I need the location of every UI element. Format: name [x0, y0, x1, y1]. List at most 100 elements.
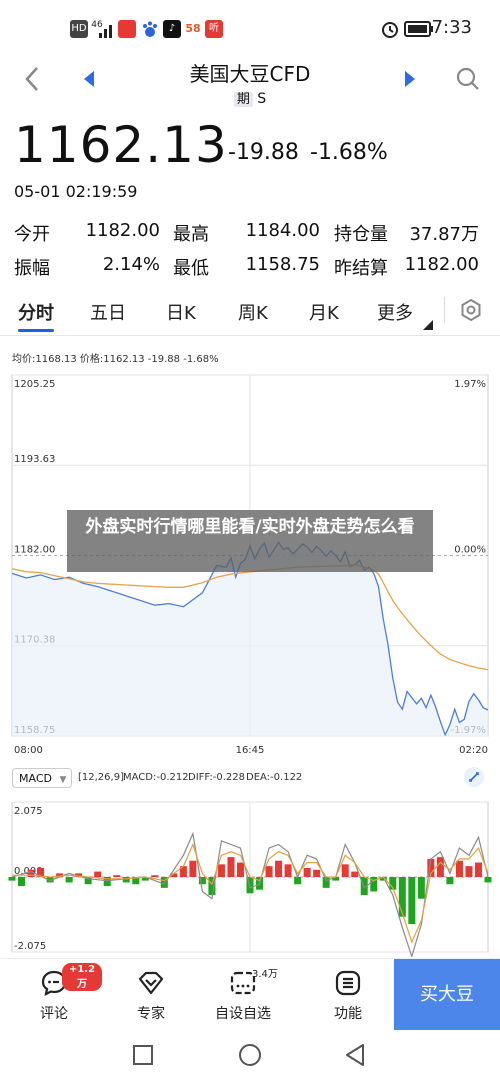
macd-bar	[303, 867, 311, 877]
comments-button[interactable]: +1.2万 评论	[6, 959, 102, 1031]
watchlist-count: 3.4万	[252, 969, 278, 980]
macd-bar	[313, 869, 321, 877]
comments-label: 评论	[40, 1006, 68, 1022]
status-time: 7:33	[431, 17, 472, 38]
58-icon: 58	[185, 22, 201, 35]
ting-icon: 听	[205, 20, 223, 38]
macd-selector[interactable]: MACD ▼	[12, 768, 72, 788]
macd-chart[interactable]: 2.0750.000-2.075	[0, 792, 500, 957]
macd-value: MACD:-0.212	[123, 772, 189, 783]
expand-icon[interactable]	[463, 766, 485, 788]
macd-bar	[189, 860, 197, 877]
menu-icon	[335, 970, 361, 996]
home-icon[interactable]	[238, 1043, 262, 1067]
macd-bar	[65, 877, 73, 883]
macd-bar	[446, 877, 454, 885]
comments-badge: +1.2万	[62, 963, 102, 991]
experts-button[interactable]: 专家	[103, 959, 199, 1031]
price-xtick-label: 02:20	[459, 745, 488, 756]
macd-bar	[398, 877, 406, 917]
macd-bar	[122, 877, 130, 883]
hd-icon: HD	[70, 20, 88, 38]
tab-more[interactable]: 更多	[377, 299, 413, 325]
stat-label-amplitude: 振幅	[14, 258, 50, 279]
price-change-pct: -1.68%	[310, 140, 388, 165]
page-subtitle: 期 S	[0, 88, 500, 107]
macd-bar	[284, 864, 292, 877]
experts-label: 专家	[137, 1006, 165, 1022]
tab-five-day[interactable]: 五日	[90, 299, 126, 325]
tab-weekly-k[interactable]: 周K	[238, 299, 268, 325]
status-bar: HD 46 ♪ 58 听 7:33	[0, 0, 500, 58]
bottom-bar: +1.2万 评论 专家 3.4万 自设自选 功能 买大豆	[0, 958, 500, 1031]
macd-ytick-label: 2.075	[14, 806, 43, 817]
macd-bar	[8, 877, 16, 881]
stat-value-prev-settle: 1182.00	[404, 254, 479, 275]
macd-params: [12,26,9]	[78, 772, 124, 783]
back-nav-icon[interactable]	[344, 1043, 366, 1067]
macd-bar	[94, 871, 102, 877]
macd-bar	[227, 857, 235, 877]
watchlist-button[interactable]: 3.4万 自设自选	[195, 959, 291, 1031]
battery-icon	[404, 21, 433, 37]
chart-info-line: 均价:1168.13 价格:1162.13 -19.88 -1.68%	[12, 354, 219, 365]
price-ytick-label: 1193.63	[14, 454, 55, 465]
search-icon[interactable]	[455, 66, 481, 92]
functions-label: 功能	[334, 1006, 362, 1022]
stat-label-high: 最高	[173, 224, 209, 245]
recent-apps-icon[interactable]	[132, 1044, 154, 1066]
stat-label-open: 今开	[14, 224, 50, 245]
tab-intraday[interactable]: 分时	[18, 299, 54, 325]
active-tab-indicator	[18, 329, 54, 332]
app-red-icon	[118, 20, 136, 38]
macd-bar	[113, 875, 121, 877]
macd-bar	[465, 866, 473, 877]
stat-value-amplitude: 2.14%	[102, 254, 160, 275]
stat-value-low: 1158.75	[245, 254, 320, 275]
macd-ytick-label: -2.075	[14, 941, 46, 952]
price-change: -19.88	[228, 140, 299, 165]
tab-daily-k[interactable]: 日K	[166, 299, 196, 325]
stat-label-prev-settle: 昨结算	[334, 258, 388, 279]
pct-tick-label: 0.00%	[454, 545, 486, 556]
subtitle-code: S	[257, 91, 267, 107]
tiktok-icon: ♪	[163, 20, 181, 38]
settings-icon[interactable]	[459, 298, 483, 322]
price-ytick-label: 1182.00	[14, 545, 55, 556]
diff-value: DIFF:-0.228	[188, 772, 245, 783]
macd-bar	[265, 866, 273, 877]
dea-value: DEA:-0.122	[246, 772, 303, 783]
functions-button[interactable]: 功能	[300, 959, 396, 1031]
price-ytick-label: 1205.25	[14, 379, 55, 390]
macd-bar	[322, 877, 330, 888]
tab-monthly-k[interactable]: 月K	[309, 299, 339, 325]
stat-value-open: 1182.00	[85, 220, 160, 241]
alarm-icon	[382, 22, 398, 38]
stat-label-low: 最低	[173, 258, 209, 279]
next-instrument-icon[interactable]	[403, 70, 417, 88]
quote-datetime: 05-01 02:19:59	[14, 182, 138, 201]
macd-bar	[484, 877, 492, 883]
stat-label-open-interest: 持仓量	[334, 224, 388, 245]
last-price: 1162.13	[14, 116, 228, 174]
price-xtick-label: 08:00	[14, 745, 43, 756]
baidu-paw-icon	[143, 21, 157, 37]
macd-bar	[417, 877, 425, 899]
chart-tabs: 分时 五日 日K 周K 月K 更多	[0, 285, 500, 336]
caret-down-icon: ▼	[59, 775, 67, 785]
price-xtick-label: 16:45	[236, 745, 265, 756]
macd-bar	[351, 871, 359, 877]
futures-tag: 期	[233, 92, 253, 107]
system-nav-bar	[0, 1030, 500, 1083]
macd-bar	[217, 864, 225, 877]
page-title: 美国大豆CFD	[189, 62, 311, 86]
buy-button[interactable]: 买大豆	[394, 959, 500, 1031]
diamond-icon	[138, 971, 164, 995]
macd-bar	[455, 860, 463, 877]
macd-bar	[341, 864, 349, 877]
more-dropdown-icon	[423, 320, 433, 330]
tab-divider	[444, 297, 445, 323]
caption-overlay: 外盘实时行情哪里能看/实时外盘走势怎么看	[67, 510, 433, 572]
signal-icon	[99, 25, 112, 38]
macd-bar	[408, 877, 416, 924]
